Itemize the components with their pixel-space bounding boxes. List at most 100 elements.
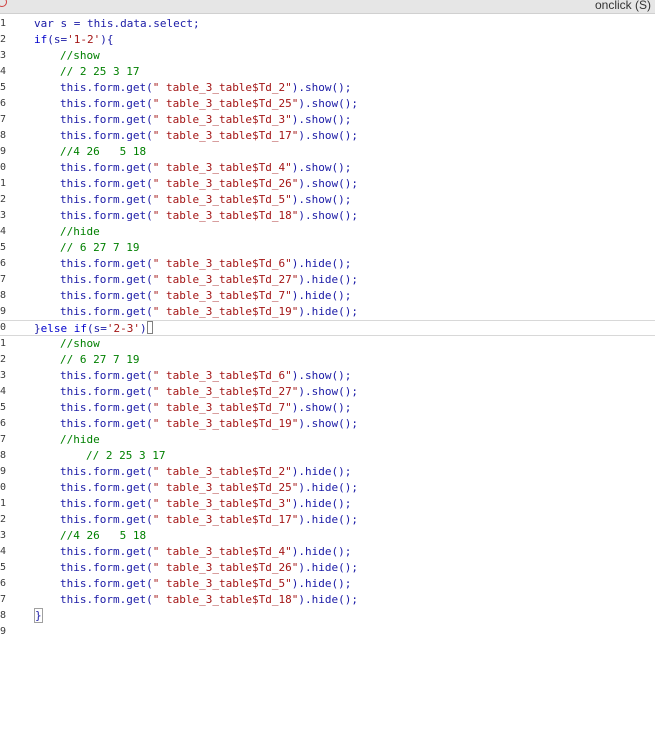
line-number: 6 <box>0 418 7 429</box>
code-token: ).hide(); <box>298 513 359 526</box>
line-number: 3 <box>0 530 7 541</box>
code-line[interactable]: 2 this.form.get(" table_3_table$Td_5").sh… <box>0 192 655 208</box>
code-line[interactable]: 6 this.form.get(" table_3_table$Td_25").s… <box>0 96 655 112</box>
code-token: this.form.get( <box>60 161 153 174</box>
line-number: 5 <box>0 242 7 253</box>
code-line[interactable]: 2 if(s='1-2'){ <box>0 32 655 48</box>
code-line[interactable]: 0 this.form.get(" table_3_table$Td_4").sh… <box>0 160 655 176</box>
code-line[interactable]: 1 //show <box>0 336 655 352</box>
event-handler-label: onclick (S) <box>594 0 651 12</box>
code-token: " table_3_table$Td_17" <box>152 129 299 142</box>
code-line[interactable]: 3 //4 26 5 18 <box>0 528 655 544</box>
code-line[interactable]: 5 this.form.get(" table_3_table$Td_7").sh… <box>0 400 655 416</box>
code-token: " table_3_table$Td_18" <box>152 209 299 222</box>
code-token: " table_3_table$Td_7" <box>152 401 292 414</box>
code-token: this.form.get( <box>60 129 153 142</box>
code-line[interactable]: 6 this.form.get(" table_3_table$Td_6").hi… <box>0 256 655 272</box>
code-text: this.form.get(" table_3_table$Td_27").hi… <box>60 272 358 288</box>
code-line[interactable]: 4 //hide <box>0 224 655 240</box>
code-token: ).show(); <box>298 209 359 222</box>
code-line[interactable]: 7 this.form.get(" table_3_table$Td_3").sh… <box>0 112 655 128</box>
code-token: this.form.get( <box>60 193 153 206</box>
code-token: " table_3_table$Td_6" <box>152 369 292 382</box>
code-line[interactable]: 5 this.form.get(" table_3_table$Td_2").sh… <box>0 80 655 96</box>
code-line[interactable]: 1 var s = this.data.select; <box>0 16 655 32</box>
line-number: 9 <box>0 146 7 157</box>
line-number: 6 <box>0 258 7 269</box>
line-number: 6 <box>0 98 7 109</box>
code-editor[interactable]: 1 var s = this.data.select; 2 if(s='1-2'){3… <box>0 16 655 640</box>
code-line[interactable]: 2 // 6 27 7 19 <box>0 352 655 368</box>
code-line[interactable]: 1 this.form.get(" table_3_table$Td_26").s… <box>0 176 655 192</box>
code-line[interactable]: 9 this.form.get(" table_3_table$Td_2").hi… <box>0 464 655 480</box>
code-line[interactable]: 0}else if(s='2-3') <box>0 320 655 336</box>
code-token: // 6 27 7 19 <box>60 241 140 254</box>
code-line[interactable]: 0 this.form.get(" table_3_table$Td_25").h… <box>0 480 655 496</box>
line-number: 3 <box>0 210 7 221</box>
code-token: ).show(); <box>298 97 359 110</box>
code-line[interactable]: 6 this.form.get(" table_3_table$Td_5").hi… <box>0 576 655 592</box>
code-token: this.form.get( <box>60 577 153 590</box>
code-line[interactable]: 9 <box>0 624 655 640</box>
code-text: this.form.get(" table_3_table$Td_4").hid… <box>60 544 351 560</box>
code-token: this.form.get( <box>60 593 153 606</box>
code-line[interactable]: 4 this.form.get(" table_3_table$Td_27").s… <box>0 384 655 400</box>
line-number: 1 <box>0 338 7 349</box>
code-text: this.form.get(" table_3_table$Td_5").hid… <box>60 576 351 592</box>
code-line[interactable]: 4 // 2 25 3 17 <box>0 64 655 80</box>
code-text: //show <box>60 48 100 64</box>
code-token: ).show(); <box>298 129 359 142</box>
line-number: 7 <box>0 274 7 285</box>
code-text: //4 26 5 18 <box>60 528 146 544</box>
code-text: this.form.get(" table_3_table$Td_17").hi… <box>60 512 358 528</box>
code-line[interactable]: 2 this.form.get(" table_3_table$Td_17").h… <box>0 512 655 528</box>
line-number: 3 <box>0 50 7 61</box>
code-text: this.form.get(" table_3_table$Td_18").sh… <box>60 208 358 224</box>
line-number: 9 <box>0 306 7 317</box>
code-line[interactable]: 7 this.form.get(" table_3_table$Td_27").h… <box>0 272 655 288</box>
code-token: " table_3_table$Td_3" <box>152 497 292 510</box>
code-line[interactable]: 9 this.form.get(" table_3_table$Td_19").h… <box>0 304 655 320</box>
line-number: 4 <box>0 66 7 77</box>
code-token: ).show(); <box>291 193 352 206</box>
code-text: this.form.get(" table_3_table$Td_25").hi… <box>60 480 358 496</box>
code-token: " table_3_table$Td_2" <box>152 465 292 478</box>
code-line[interactable]: 9 //4 26 5 18 <box>0 144 655 160</box>
code-token: this.form.get( <box>60 561 153 574</box>
code-token: " table_3_table$Td_5" <box>152 193 292 206</box>
code-text: // 2 25 3 17 <box>60 64 139 80</box>
code-line[interactable]: 3 this.form.get(" table_3_table$Td_18").s… <box>0 208 655 224</box>
code-text: this.form.get(" table_3_table$Td_17").sh… <box>60 128 358 144</box>
code-token: // 2 25 3 17 <box>60 65 140 78</box>
code-token: ).show(); <box>298 385 359 398</box>
code-line[interactable]: 5 // 6 27 7 19 <box>0 240 655 256</box>
code-token: this.form.get( <box>60 257 153 270</box>
code-line[interactable]: 4 this.form.get(" table_3_table$Td_4").hi… <box>0 544 655 560</box>
code-line[interactable]: 8 this.form.get(" table_3_table$Td_17").s… <box>0 128 655 144</box>
code-token: ).show(); <box>291 81 352 94</box>
code-text: //hide <box>60 432 100 448</box>
code-line[interactable]: 8} <box>0 608 655 624</box>
code-line[interactable]: 6 this.form.get(" table_3_table$Td_19").s… <box>0 416 655 432</box>
code-line[interactable]: 8 // 2 25 3 17 <box>0 448 655 464</box>
code-text: this.form.get(" table_3_table$Td_6").sho… <box>60 368 351 384</box>
line-number: 6 <box>0 578 7 589</box>
code-line[interactable]: 1 this.form.get(" table_3_table$Td_3").hi… <box>0 496 655 512</box>
code-token: " table_3_table$Td_25" <box>152 97 299 110</box>
code-line[interactable]: 7 this.form.get(" table_3_table$Td_18").h… <box>0 592 655 608</box>
code-line[interactable]: 3 this.form.get(" table_3_table$Td_6").sh… <box>0 368 655 384</box>
line-number: 9 <box>0 626 7 637</box>
code-token: var s = this.data.select; <box>34 17 200 30</box>
line-number: 0 <box>0 482 7 493</box>
code-line[interactable]: 5 this.form.get(" table_3_table$Td_26").h… <box>0 560 655 576</box>
line-number: 9 <box>0 466 7 477</box>
code-token: ).hide(); <box>291 577 352 590</box>
code-line[interactable]: 8 this.form.get(" table_3_table$Td_7").hi… <box>0 288 655 304</box>
line-number: 5 <box>0 402 7 413</box>
line-number: 0 <box>0 162 7 173</box>
code-line[interactable]: 3 //show <box>0 48 655 64</box>
code-text: // 6 27 7 19 <box>60 240 139 256</box>
code-token: " table_3_table$Td_27" <box>152 385 299 398</box>
matching-brace-cursor <box>146 321 153 334</box>
code-line[interactable]: 7 //hide <box>0 432 655 448</box>
